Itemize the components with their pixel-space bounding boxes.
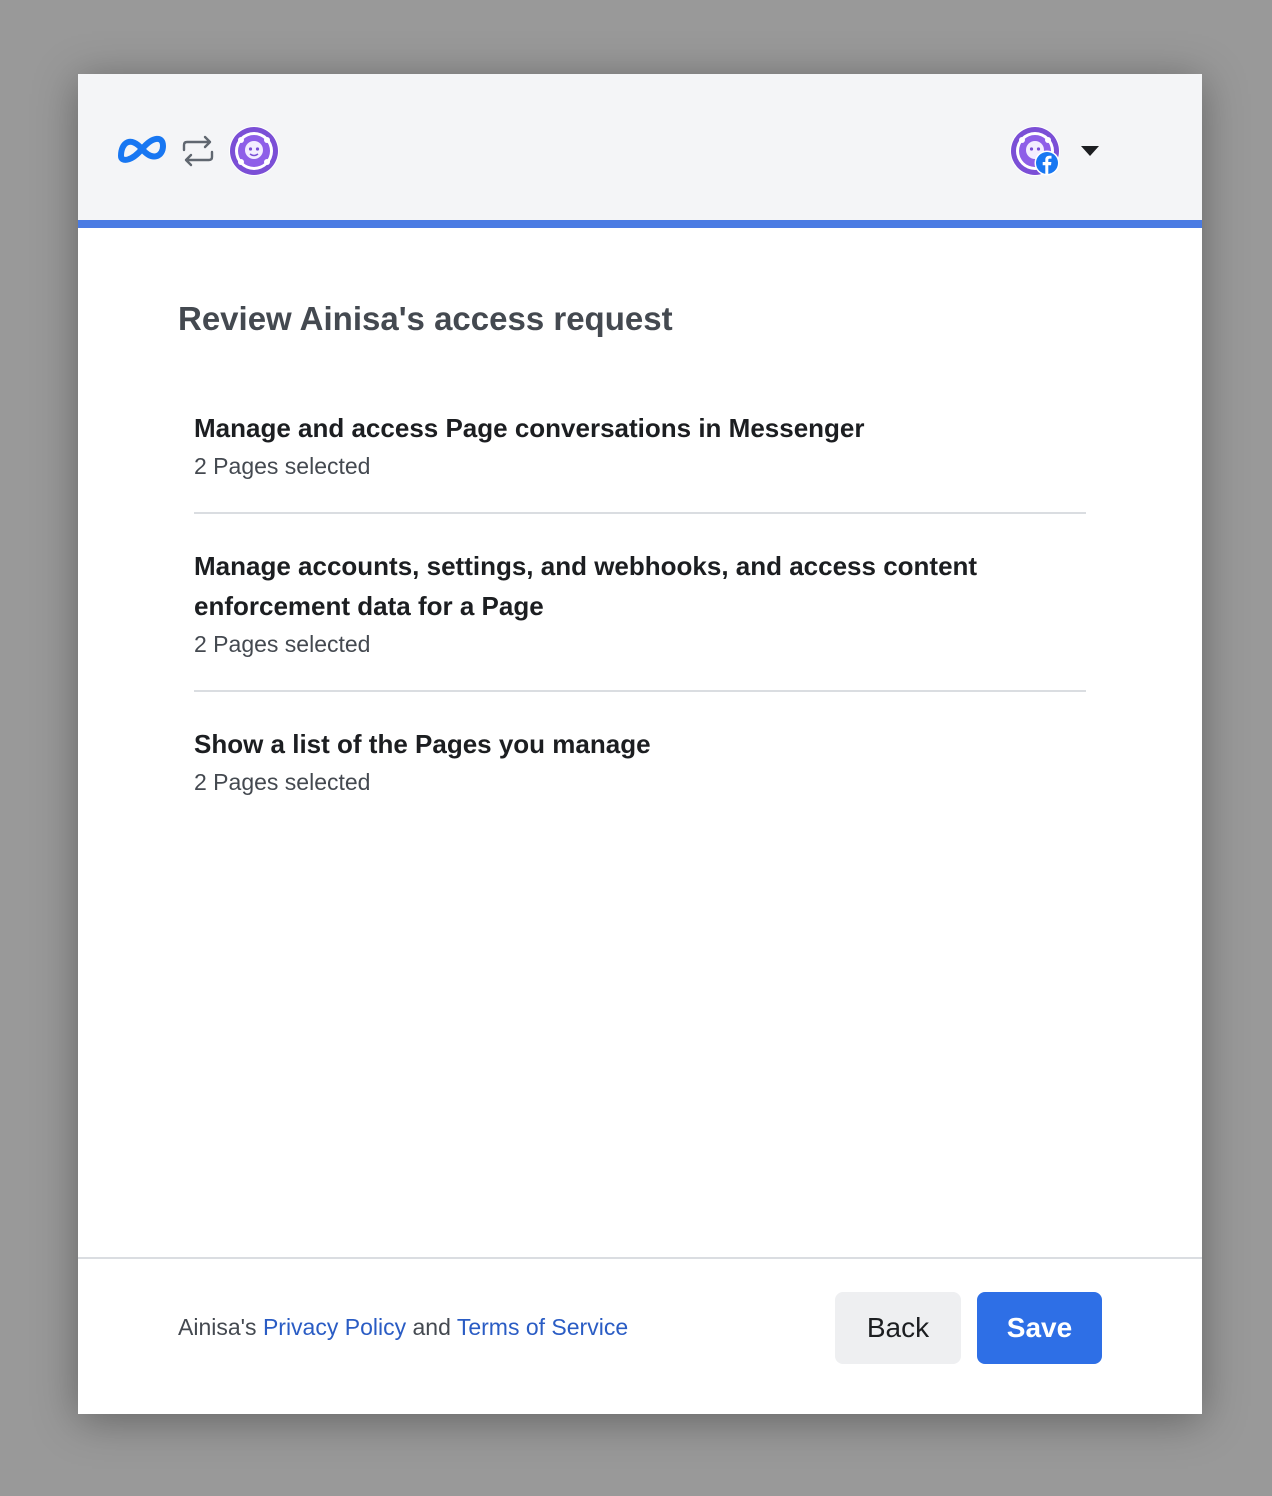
- dialog-header: [78, 74, 1202, 228]
- access-request-dialog: Review Ainisa's access request Manage an…: [78, 74, 1202, 1414]
- permission-item: Manage and access Page conversations in …: [194, 408, 1086, 484]
- save-button[interactable]: Save: [977, 1292, 1102, 1364]
- page-title: Review Ainisa's access request: [178, 300, 673, 337]
- permission-detail: 2 Pages selected: [194, 631, 371, 657]
- legal-prefix: Ainisa's: [178, 1314, 263, 1340]
- account-switcher[interactable]: [1008, 124, 1108, 180]
- chevron-down-icon[interactable]: [1080, 145, 1100, 157]
- app-avatar-icon: [229, 126, 279, 176]
- legal-text: Ainisa's Privacy Policy and Terms of Ser…: [178, 1314, 628, 1341]
- legal-and: and: [406, 1314, 457, 1340]
- facebook-icon: [1034, 150, 1060, 176]
- permission-title: Manage and access Page conversations in …: [194, 413, 865, 443]
- permission-item: Show a list of the Pages you manage 2 Pa…: [194, 724, 1086, 800]
- terms-of-service-link[interactable]: Terms of Service: [457, 1314, 628, 1340]
- swap-arrows-icon: [182, 135, 214, 167]
- permission-detail: 2 Pages selected: [194, 769, 371, 795]
- divider: [194, 690, 1086, 692]
- permission-detail: 2 Pages selected: [194, 453, 371, 479]
- permission-item: Manage accounts, settings, and webhooks,…: [194, 546, 1086, 662]
- permission-title: Show a list of the Pages you manage: [194, 729, 651, 759]
- footer-divider: [78, 1257, 1202, 1259]
- privacy-policy-link[interactable]: Privacy Policy: [263, 1314, 406, 1340]
- back-button[interactable]: Back: [835, 1292, 961, 1364]
- divider: [194, 512, 1086, 514]
- permission-title: Manage accounts, settings, and webhooks,…: [194, 551, 978, 621]
- meta-logo-icon: [118, 135, 166, 163]
